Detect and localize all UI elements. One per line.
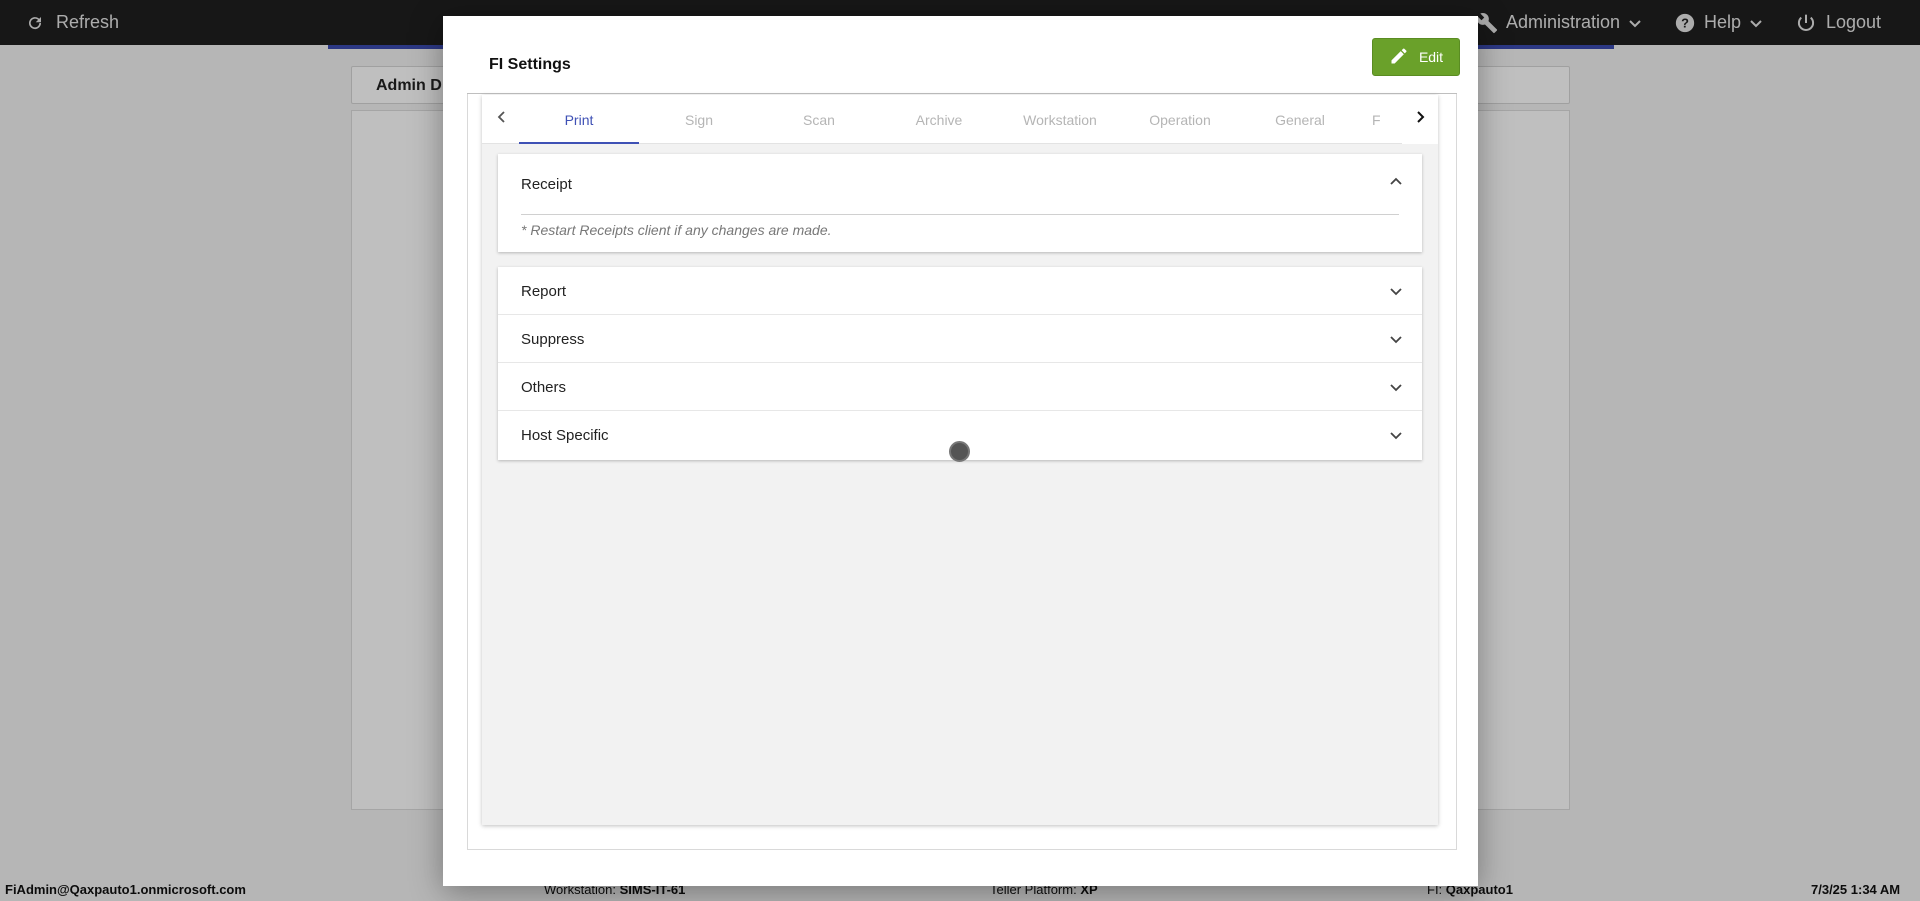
tab-partial[interactable]: F [1360,95,1400,144]
section-label: Others [521,379,567,396]
tab-scan[interactable]: Scan [759,95,879,144]
chevron-down-icon [1388,331,1404,347]
section-label: Report [521,283,567,300]
chevron-down-icon [1388,283,1404,299]
section-label: Host Specific [521,427,609,444]
receipt-section: Receipt * Restart Receipts client if any… [498,154,1422,252]
tab-operation[interactable]: Operation [1120,95,1240,144]
tabs-scroll-left[interactable] [484,95,520,144]
tab-general[interactable]: General [1240,95,1360,144]
tab-sign[interactable]: Sign [639,95,759,144]
chevron-down-icon [1388,379,1404,395]
section-others[interactable]: Others [498,363,1422,411]
mouse-cursor-indicator [949,441,970,462]
section-suppress[interactable]: Suppress [498,315,1422,363]
receipt-restart-note: * Restart Receipts client if any changes… [521,222,832,238]
pencil-icon [1389,46,1409,69]
tab-print[interactable]: Print [519,95,639,144]
chevron-down-icon [1388,427,1404,443]
edit-label: Edit [1418,49,1444,65]
tab-workstation[interactable]: Workstation [1000,95,1120,144]
tabs-scroll-right[interactable] [1402,95,1438,144]
edit-button[interactable]: Edit [1372,38,1460,76]
settings-tabs: Print Sign Scan Archive Workstation Oper… [482,95,1438,144]
section-report[interactable]: Report [498,267,1422,315]
chevron-right-icon [1413,110,1427,129]
receipt-section-label: Receipt [521,176,572,193]
receipt-divider [521,214,1399,215]
receipt-section-header[interactable]: Receipt [498,154,1422,214]
chevron-up-icon [1388,174,1404,190]
dialog-header: FI Settings Edit [467,38,1460,94]
chevron-left-icon [495,110,509,129]
dialog-title: FI Settings [489,56,571,73]
section-label: Suppress [521,331,585,348]
print-sections-list: Report Suppress Others Host Specific [498,267,1422,460]
tab-archive[interactable]: Archive [879,95,999,144]
